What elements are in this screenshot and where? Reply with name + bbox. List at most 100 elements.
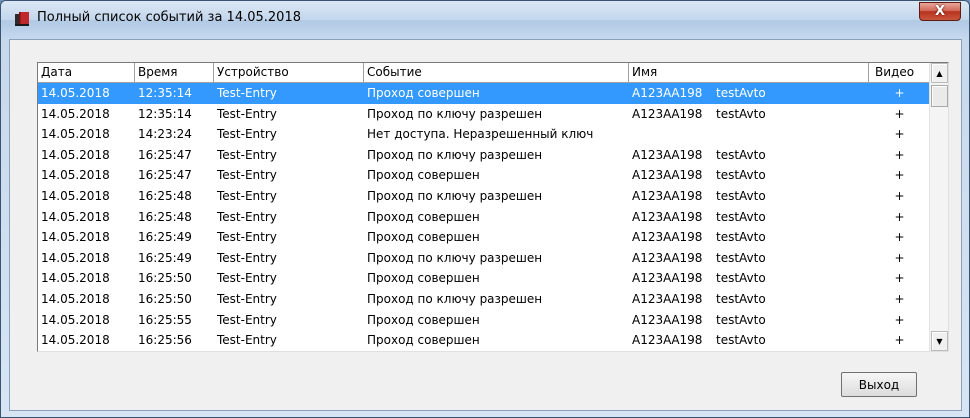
arrow-up-icon: ▲ bbox=[936, 68, 943, 78]
table-row[interactable]: 14.05.2018 12:35:14 Test-Entry Проход совер… bbox=[38, 83, 930, 104]
plate-number: А123АА198 bbox=[632, 106, 703, 121]
owner-name: testAvto bbox=[716, 250, 766, 265]
cell-device: Test-Entry bbox=[217, 147, 277, 162]
arrow-down-icon: ▼ bbox=[936, 336, 943, 346]
cell-name: А123АА198 testAvto bbox=[629, 83, 869, 104]
cell-name: А123АА198 testAvto bbox=[629, 268, 869, 289]
cell-name: А123АА198 testAvto bbox=[629, 104, 869, 125]
cell-event: Проход совершен bbox=[367, 312, 480, 327]
cell-time: 16:25:50 bbox=[138, 291, 192, 306]
table-row[interactable]: 14.05.2018 16:25:50 Test-Entry Проход совер… bbox=[38, 268, 930, 289]
cell-video[interactable]: + bbox=[869, 310, 930, 331]
scroll-down-button[interactable]: ▼ bbox=[931, 331, 948, 351]
cell-event: Проход совершен bbox=[367, 271, 480, 286]
owner-name: testAvto bbox=[716, 230, 766, 245]
cell-event: Проход по ключу разрешен bbox=[367, 291, 543, 306]
table-row[interactable]: 14.05.2018 16:25:56 Test-Entry Проход совер… bbox=[38, 330, 930, 351]
plate-number: А123АА198 bbox=[632, 291, 703, 306]
cell-device: Test-Entry bbox=[217, 188, 277, 203]
cell-date: 14.05.2018 bbox=[41, 333, 110, 348]
cell-date: 14.05.2018 bbox=[41, 250, 110, 265]
cell-event: Проход по ключу разрешен bbox=[367, 147, 543, 162]
cell-time: 16:25:49 bbox=[138, 250, 192, 265]
cell-device: Test-Entry bbox=[217, 230, 277, 245]
plate-number: А123АА198 bbox=[632, 333, 703, 348]
scroll-up-button[interactable]: ▲ bbox=[931, 63, 948, 83]
owner-name: testAvto bbox=[716, 86, 766, 100]
table-row[interactable]: 14.05.2018 16:25:55 Test-Entry Проход совер… bbox=[38, 310, 930, 331]
table-row[interactable]: 14.05.2018 16:25:50 Test-Entry Проход по кл… bbox=[38, 289, 930, 310]
cell-time: 12:35:14 bbox=[138, 86, 192, 100]
cell-device: Test-Entry bbox=[217, 333, 277, 348]
cell-date: 14.05.2018 bbox=[41, 291, 110, 306]
cell-video[interactable]: + bbox=[869, 124, 930, 145]
table-row[interactable]: 14.05.2018 16:25:47 Test-Entry Проход совер… bbox=[38, 165, 930, 186]
plate-number: А123АА198 bbox=[632, 250, 703, 265]
exit-button[interactable]: Выход bbox=[841, 372, 917, 397]
cell-video[interactable]: + bbox=[869, 104, 930, 125]
cell-name bbox=[629, 124, 869, 145]
cell-video[interactable]: + bbox=[869, 268, 930, 289]
title-bar[interactable]: Полный список событий за 14.05.2018 X bbox=[1, 1, 969, 39]
cell-video[interactable]: + bbox=[869, 186, 930, 207]
cell-date: 14.05.2018 bbox=[41, 106, 110, 121]
cell-device: Test-Entry bbox=[217, 312, 277, 327]
cell-event: Проход по ключу разрешен bbox=[367, 106, 543, 121]
cell-date: 14.05.2018 bbox=[41, 271, 110, 286]
table-row[interactable]: 14.05.2018 16:25:49 Test-Entry Проход совер… bbox=[38, 227, 930, 248]
owner-name: testAvto bbox=[716, 188, 766, 203]
cell-video[interactable]: + bbox=[869, 207, 930, 228]
cell-video[interactable]: + bbox=[869, 227, 930, 248]
cell-name: А123АА198 testAvto bbox=[629, 145, 869, 166]
owner-name: testAvto bbox=[716, 271, 766, 286]
plate-number: А123АА198 bbox=[632, 230, 703, 245]
owner-name: testAvto bbox=[716, 312, 766, 327]
cell-name: А123АА198 testAvto bbox=[629, 207, 869, 228]
cell-date: 14.05.2018 bbox=[41, 168, 110, 183]
column-header-device[interactable]: Устройство bbox=[214, 63, 364, 83]
window-title: Полный список событий за 14.05.2018 bbox=[37, 10, 301, 25]
column-header-event[interactable]: Событие bbox=[364, 63, 629, 83]
cell-event: Нет доступа. Неразрешенный ключ bbox=[367, 127, 594, 142]
plate-number: А123АА198 bbox=[632, 168, 703, 183]
plate-number: А123АА198 bbox=[632, 188, 703, 203]
table-row[interactable]: 14.05.2018 16:25:48 Test-Entry Проход совер… bbox=[38, 207, 930, 228]
cell-video[interactable]: + bbox=[869, 330, 930, 351]
cell-date: 14.05.2018 bbox=[41, 312, 110, 327]
cell-time: 16:25:55 bbox=[138, 312, 192, 327]
scroll-thumb[interactable] bbox=[931, 85, 948, 107]
cell-video[interactable]: + bbox=[869, 165, 930, 186]
table-row[interactable]: 14.05.2018 16:25:49 Test-Entry Проход по кл… bbox=[38, 248, 930, 269]
cell-time: 16:25:48 bbox=[138, 188, 192, 203]
vertical-scrollbar[interactable]: ▲ ▼ bbox=[929, 63, 948, 351]
cell-name: А123АА198 testAvto bbox=[629, 330, 869, 351]
events-table[interactable]: Дата Время Устройство Событие Имя Видео … bbox=[37, 62, 949, 352]
cell-name: А123АА198 testAvto bbox=[629, 289, 869, 310]
cell-video[interactable]: + bbox=[869, 83, 930, 104]
cell-name: А123АА198 testAvto bbox=[629, 186, 869, 207]
cell-video[interactable]: + bbox=[869, 145, 930, 166]
table-row[interactable]: 14.05.2018 12:35:14 Test-Entry Проход по кл… bbox=[38, 104, 930, 125]
cell-device: Test-Entry bbox=[217, 168, 277, 183]
table-row[interactable]: 14.05.2018 16:25:47 Test-Entry Проход по кл… bbox=[38, 145, 930, 166]
cell-event: Проход совершен bbox=[367, 86, 480, 100]
table-row[interactable]: 14.05.2018 14:23:24 Test-Entry Нет доступа.… bbox=[38, 124, 930, 145]
column-header-date[interactable]: Дата bbox=[38, 63, 135, 83]
close-button[interactable]: X bbox=[919, 2, 961, 21]
owner-name: testAvto bbox=[716, 106, 766, 121]
cell-video[interactable]: + bbox=[869, 289, 930, 310]
column-header-video[interactable]: Видео bbox=[869, 63, 930, 83]
cell-time: 16:25:48 bbox=[138, 209, 192, 224]
cell-device: Test-Entry bbox=[217, 127, 277, 142]
cell-device: Test-Entry bbox=[217, 271, 277, 286]
cell-date: 14.05.2018 bbox=[41, 86, 110, 100]
table-row[interactable]: 14.05.2018 16:25:48 Test-Entry Проход по кл… bbox=[38, 186, 930, 207]
cell-device: Test-Entry bbox=[217, 209, 277, 224]
cell-name: А123АА198 testAvto bbox=[629, 165, 869, 186]
column-header-name[interactable]: Имя bbox=[629, 63, 869, 83]
cell-time: 16:25:47 bbox=[138, 168, 192, 183]
cell-video[interactable]: + bbox=[869, 248, 930, 269]
owner-name: testAvto bbox=[716, 209, 766, 224]
column-header-time[interactable]: Время bbox=[135, 63, 214, 83]
owner-name: testAvto bbox=[716, 333, 766, 348]
